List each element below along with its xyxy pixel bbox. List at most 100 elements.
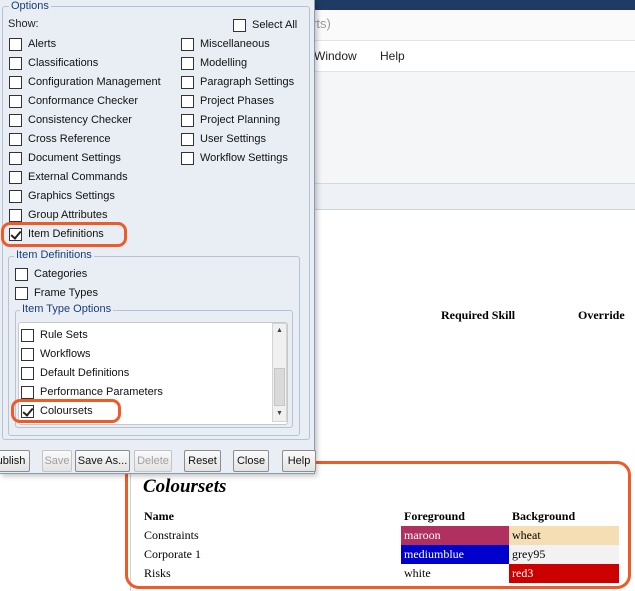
item-definitions-highlight-ring	[1, 222, 127, 247]
ublish-button[interactable]: ublish	[0, 450, 30, 472]
categories-label: Categories	[34, 268, 88, 280]
cross-reference-label: Cross Reference	[28, 133, 111, 145]
configuration-management-checkbox[interactable]: Configuration Management	[9, 74, 161, 90]
background-window-top-edge	[312, 0, 635, 10]
close-button[interactable]: Close	[233, 450, 269, 472]
workflows-checkbox[interactable]: Workflows	[21, 346, 91, 362]
alerts-checkbox[interactable]: Alerts	[9, 36, 56, 52]
checkbox-box[interactable]	[181, 56, 194, 70]
checkbox-box[interactable]	[21, 328, 34, 342]
conformance-checker-label: Conformance Checker	[28, 95, 139, 107]
document-settings-checkbox[interactable]: Document Settings	[9, 150, 121, 166]
options-dialog: Options Show: Select All Alerts Classific…	[0, 0, 316, 474]
checkbox-box[interactable]	[9, 75, 22, 89]
group-attributes-label: Group Attributes	[28, 209, 108, 221]
delete-button[interactable]: Delete	[134, 450, 172, 472]
project-phases-label: Project Phases	[200, 95, 274, 107]
scrollbar-thumb[interactable]	[274, 368, 285, 406]
paragraph-settings-checkbox[interactable]: Paragraph Settings	[181, 74, 294, 90]
checkbox-box[interactable]	[233, 18, 246, 32]
item-definitions-title: Item Definitions	[14, 249, 94, 261]
user-settings-checkbox[interactable]: User Settings	[181, 131, 266, 147]
checkbox-box[interactable]	[15, 267, 28, 281]
checkbox-box[interactable]	[9, 208, 22, 222]
checkbox-box[interactable]	[9, 151, 22, 165]
workflow-settings-label: Workflow Settings	[200, 152, 288, 164]
background-ribbon	[312, 72, 635, 184]
cross-reference-checkbox[interactable]: Cross Reference	[9, 131, 111, 147]
document-settings-label: Document Settings	[28, 152, 121, 164]
rule-sets-checkbox[interactable]: Rule Sets	[21, 327, 88, 343]
checkbox-box[interactable]	[15, 286, 28, 300]
default-definitions-label: Default Definitions	[40, 367, 130, 379]
checkbox-box[interactable]	[181, 37, 194, 51]
help-button[interactable]: Help	[282, 450, 316, 472]
checkbox-box[interactable]	[21, 385, 34, 399]
scroll-down-arrow-icon[interactable]: ▼	[273, 407, 286, 421]
workflows-label: Workflows	[40, 348, 91, 360]
save-as-button[interactable]: Save As...	[75, 450, 130, 472]
default-definitions-checkbox[interactable]: Default Definitions	[21, 365, 129, 381]
external-commands-label: External Commands	[28, 171, 128, 183]
frame-types-checkbox[interactable]: Frame Types	[15, 285, 98, 301]
background-menu-bar	[312, 40, 635, 72]
scroll-up-arrow-icon[interactable]: ▲	[273, 324, 286, 338]
menu-window[interactable]: Window	[314, 49, 357, 63]
classifications-label: Classifications	[28, 57, 99, 69]
options-group-title: Options	[9, 0, 51, 12]
checkbox-box[interactable]	[9, 132, 22, 146]
classifications-checkbox[interactable]: Classifications	[9, 55, 98, 71]
performance-parameters-checkbox[interactable]: Performance Parameters	[21, 384, 163, 400]
save-button[interactable]: Save	[42, 450, 72, 472]
background-tab-strip	[312, 184, 635, 210]
graphics-settings-label: Graphics Settings	[28, 190, 115, 202]
workflow-settings-checkbox[interactable]: Workflow Settings	[181, 150, 288, 166]
checkbox-box[interactable]	[9, 94, 22, 108]
select-all-label: Select All	[252, 19, 298, 31]
checkbox-box[interactable]	[181, 151, 194, 165]
checkbox-box[interactable]	[21, 347, 34, 361]
miscellaneous-label: Miscellaneous	[200, 38, 270, 50]
project-phases-checkbox[interactable]: Project Phases	[181, 93, 274, 109]
group-attributes-checkbox[interactable]: Group Attributes	[9, 207, 108, 223]
categories-checkbox[interactable]: Categories	[15, 266, 87, 282]
select-all-checkbox[interactable]: Select All	[233, 17, 297, 33]
rule-sets-label: Rule Sets	[40, 329, 88, 341]
checkbox-box[interactable]	[9, 56, 22, 70]
checkbox-box[interactable]	[181, 94, 194, 108]
project-planning-checkbox[interactable]: Project Planning	[181, 112, 280, 128]
coloursets-highlight-ring	[125, 461, 631, 589]
configuration-management-label: Configuration Management	[28, 76, 161, 88]
miscellaneous-checkbox[interactable]: Miscellaneous	[181, 36, 270, 52]
checkbox-box[interactable]	[21, 366, 34, 380]
frame-types-label: Frame Types	[34, 287, 98, 299]
performance-parameters-label: Performance Parameters	[40, 386, 163, 398]
item-type-options-scrollbar[interactable]: ▲ ▼	[272, 323, 287, 422]
coloursets-option-highlight-ring	[11, 399, 121, 423]
checkbox-box[interactable]	[181, 113, 194, 127]
conformance-checker-checkbox[interactable]: Conformance Checker	[9, 93, 138, 109]
checkbox-box[interactable]	[181, 132, 194, 146]
checkbox-box[interactable]	[9, 113, 22, 127]
project-planning-label: Project Planning	[200, 114, 281, 126]
checkbox-box[interactable]	[181, 75, 194, 89]
item-type-options-title: Item Type Options	[20, 303, 114, 315]
background-title-bar	[312, 10, 635, 40]
consistency-checker-label: Consistency Checker	[28, 114, 132, 126]
override-header: Override	[578, 308, 625, 322]
checkbox-box[interactable]	[9, 170, 22, 184]
required-skill-header: Required Skill	[441, 308, 516, 322]
menu-help[interactable]: Help	[380, 49, 405, 63]
paragraph-settings-label: Paragraph Settings	[200, 76, 295, 88]
user-settings-label: User Settings	[200, 133, 267, 145]
external-commands-checkbox[interactable]: External Commands	[9, 169, 128, 185]
consistency-checker-checkbox[interactable]: Consistency Checker	[9, 112, 132, 128]
graphics-settings-checkbox[interactable]: Graphics Settings	[9, 188, 115, 204]
checkbox-box[interactable]	[9, 37, 22, 51]
reset-button[interactable]: Reset	[184, 450, 221, 472]
modelling-label: Modelling	[200, 57, 248, 69]
alerts-label: Alerts	[28, 38, 57, 50]
modelling-checkbox[interactable]: Modelling	[181, 55, 247, 71]
checkbox-box[interactable]	[9, 189, 22, 203]
show-label: Show:	[8, 18, 39, 30]
